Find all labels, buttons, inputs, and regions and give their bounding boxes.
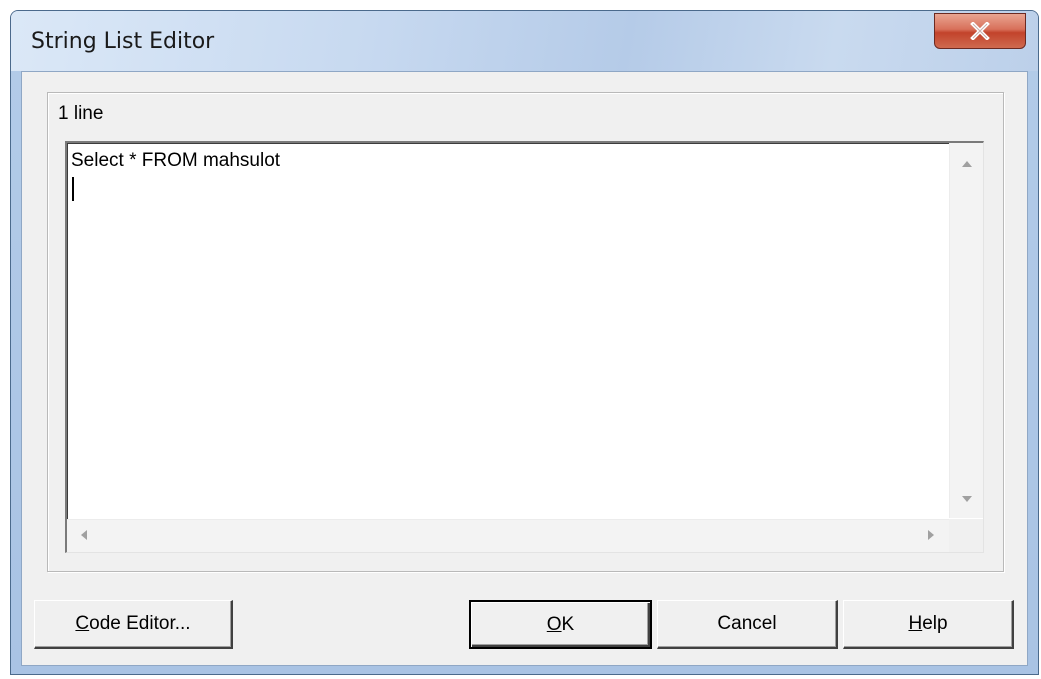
scroll-up-arrow-icon[interactable]	[962, 161, 972, 167]
cancel-label: Cancel	[717, 613, 777, 634]
memo-text[interactable]: Select * FROM mahsulot	[71, 149, 941, 173]
code-editor-mnemonic: C	[75, 613, 90, 634]
scroll-left-arrow-icon[interactable]	[81, 530, 87, 540]
help-button[interactable]: Help	[843, 600, 1014, 649]
ok-mnemonic: O	[546, 613, 562, 635]
close-button[interactable]	[934, 13, 1026, 49]
string-list-editor-window: String List Editor 1 line Select * FROM …	[10, 10, 1039, 675]
line-count-label: 1 line	[58, 103, 104, 124]
dialog-client-area: 1 line Select * FROM mahsulot Code Edito…	[21, 71, 1028, 666]
help-label: elp	[922, 613, 948, 634]
cancel-button[interactable]: Cancel	[657, 600, 838, 649]
horizontal-scrollbar[interactable]	[67, 519, 950, 552]
string-list-memo[interactable]: Select * FROM mahsulot	[65, 141, 984, 553]
editor-group-box: 1 line Select * FROM mahsulot	[47, 92, 1004, 572]
text-caret	[72, 177, 74, 201]
scrollbar-corner	[949, 519, 983, 552]
help-mnemonic: H	[908, 613, 923, 634]
ok-button[interactable]: OK	[469, 600, 652, 649]
scroll-down-arrow-icon[interactable]	[962, 496, 972, 502]
title-bar[interactable]: String List Editor	[11, 11, 1038, 71]
scroll-right-arrow-icon[interactable]	[928, 530, 934, 540]
vertical-scrollbar[interactable]	[949, 143, 983, 518]
code-editor-button[interactable]: Code Editor...	[34, 600, 233, 649]
window-title: String List Editor	[31, 29, 215, 54]
ok-label: K	[561, 613, 575, 635]
code-editor-label: ode Editor...	[89, 613, 191, 634]
close-icon	[970, 22, 990, 40]
